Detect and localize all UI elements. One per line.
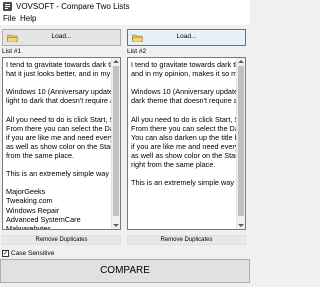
text-line: All you need to do is click Start, Se [131,114,239,124]
list2-scroll-thumb[interactable] [238,66,244,216]
text-line: if you are like me and need everythi [6,132,114,142]
text-line: right from the same place. [131,160,216,170]
text-line: as well as show color on the Start r [6,141,114,151]
text-line: if you are like me and need everyth [131,141,239,151]
case-sensitive-checkbox[interactable]: ✓ [2,250,9,257]
text-line: This is an extremely simple way to [6,169,114,179]
text-line [6,160,114,169]
compare-button[interactable]: COMPARE [0,259,250,283]
text-line: Windows Repair [6,205,60,215]
text-line: and in my opinion, makes it so muc [131,69,239,79]
text-line: light to dark that doesn't require an [6,96,114,106]
load-list2-label: Load... [176,33,197,40]
load-list1-button[interactable]: Load... [2,29,121,46]
text-line: All you need to do is click Start, Se [6,114,114,124]
text-line [131,78,239,87]
text-line [131,169,239,178]
list2-label: List #2 [127,48,147,55]
text-line: From there you can select the Dark [6,123,114,133]
scroll-down-icon[interactable] [113,224,119,227]
text-line: dark theme that doesn't require any [131,96,239,106]
text-line: from the same place. [6,150,75,160]
list1-textarea[interactable]: I tend to gravitate towards dark the hat … [2,57,121,230]
list2-scrollbar[interactable] [236,58,245,229]
list1-text: I tend to gravitate towards dark the hat … [6,60,114,229]
text-line: Advanced SystemCare [6,214,81,224]
text-line [131,105,239,114]
text-line: Malwarebytes [6,223,52,229]
list2-textarea[interactable]: I tend to gravitate towards dark the and … [127,57,246,230]
text-line: MajorGeeks [6,187,46,197]
menu-help[interactable]: Help [20,14,36,24]
text-line [6,105,114,114]
list1-scroll-thumb[interactable] [113,66,119,216]
text-line [6,78,114,87]
window-title: VOVSOFT - Compare Two Lists [16,2,130,11]
scroll-up-icon[interactable] [238,60,244,63]
app-icon [3,2,12,11]
text-line: as well as show color on the Start r [131,150,239,160]
text-line: This is an extremely simple way to [131,178,239,188]
menu-file[interactable]: File [3,14,16,24]
text-line: From there you can select the Dar [131,123,239,133]
scroll-up-icon[interactable] [113,60,119,63]
scroll-down-icon[interactable] [238,224,244,227]
text-line: Windows 10 (Anniversary update fo [6,87,114,97]
text-line: You can also darken up the title ba [131,132,239,142]
status-strip [0,283,250,287]
text-line [6,178,114,187]
text-line: hat it just looks better, and in my o [6,69,114,79]
list1-scrollbar[interactable] [111,58,120,229]
load-list2-button[interactable]: Load... [127,29,246,46]
menu-bar [0,13,250,25]
list1-remove-duplicates-button[interactable]: Remove Duplicates [2,235,121,245]
list1-label: List #1 [2,48,22,55]
case-sensitive-label: Case Sensitive [11,250,55,257]
text-line: Windows 10 (Anniversary update) o [131,87,239,97]
list2-text: I tend to gravitate towards dark the and … [131,60,239,229]
text-line: I tend to gravitate towards dark the [6,60,114,69]
text-line: Tweaking.com [6,196,53,206]
text-line: I tend to gravitate towards dark the [131,60,239,69]
list2-remove-duplicates-button[interactable]: Remove Duplicates [127,235,246,245]
load-list1-label: Load... [51,33,72,40]
